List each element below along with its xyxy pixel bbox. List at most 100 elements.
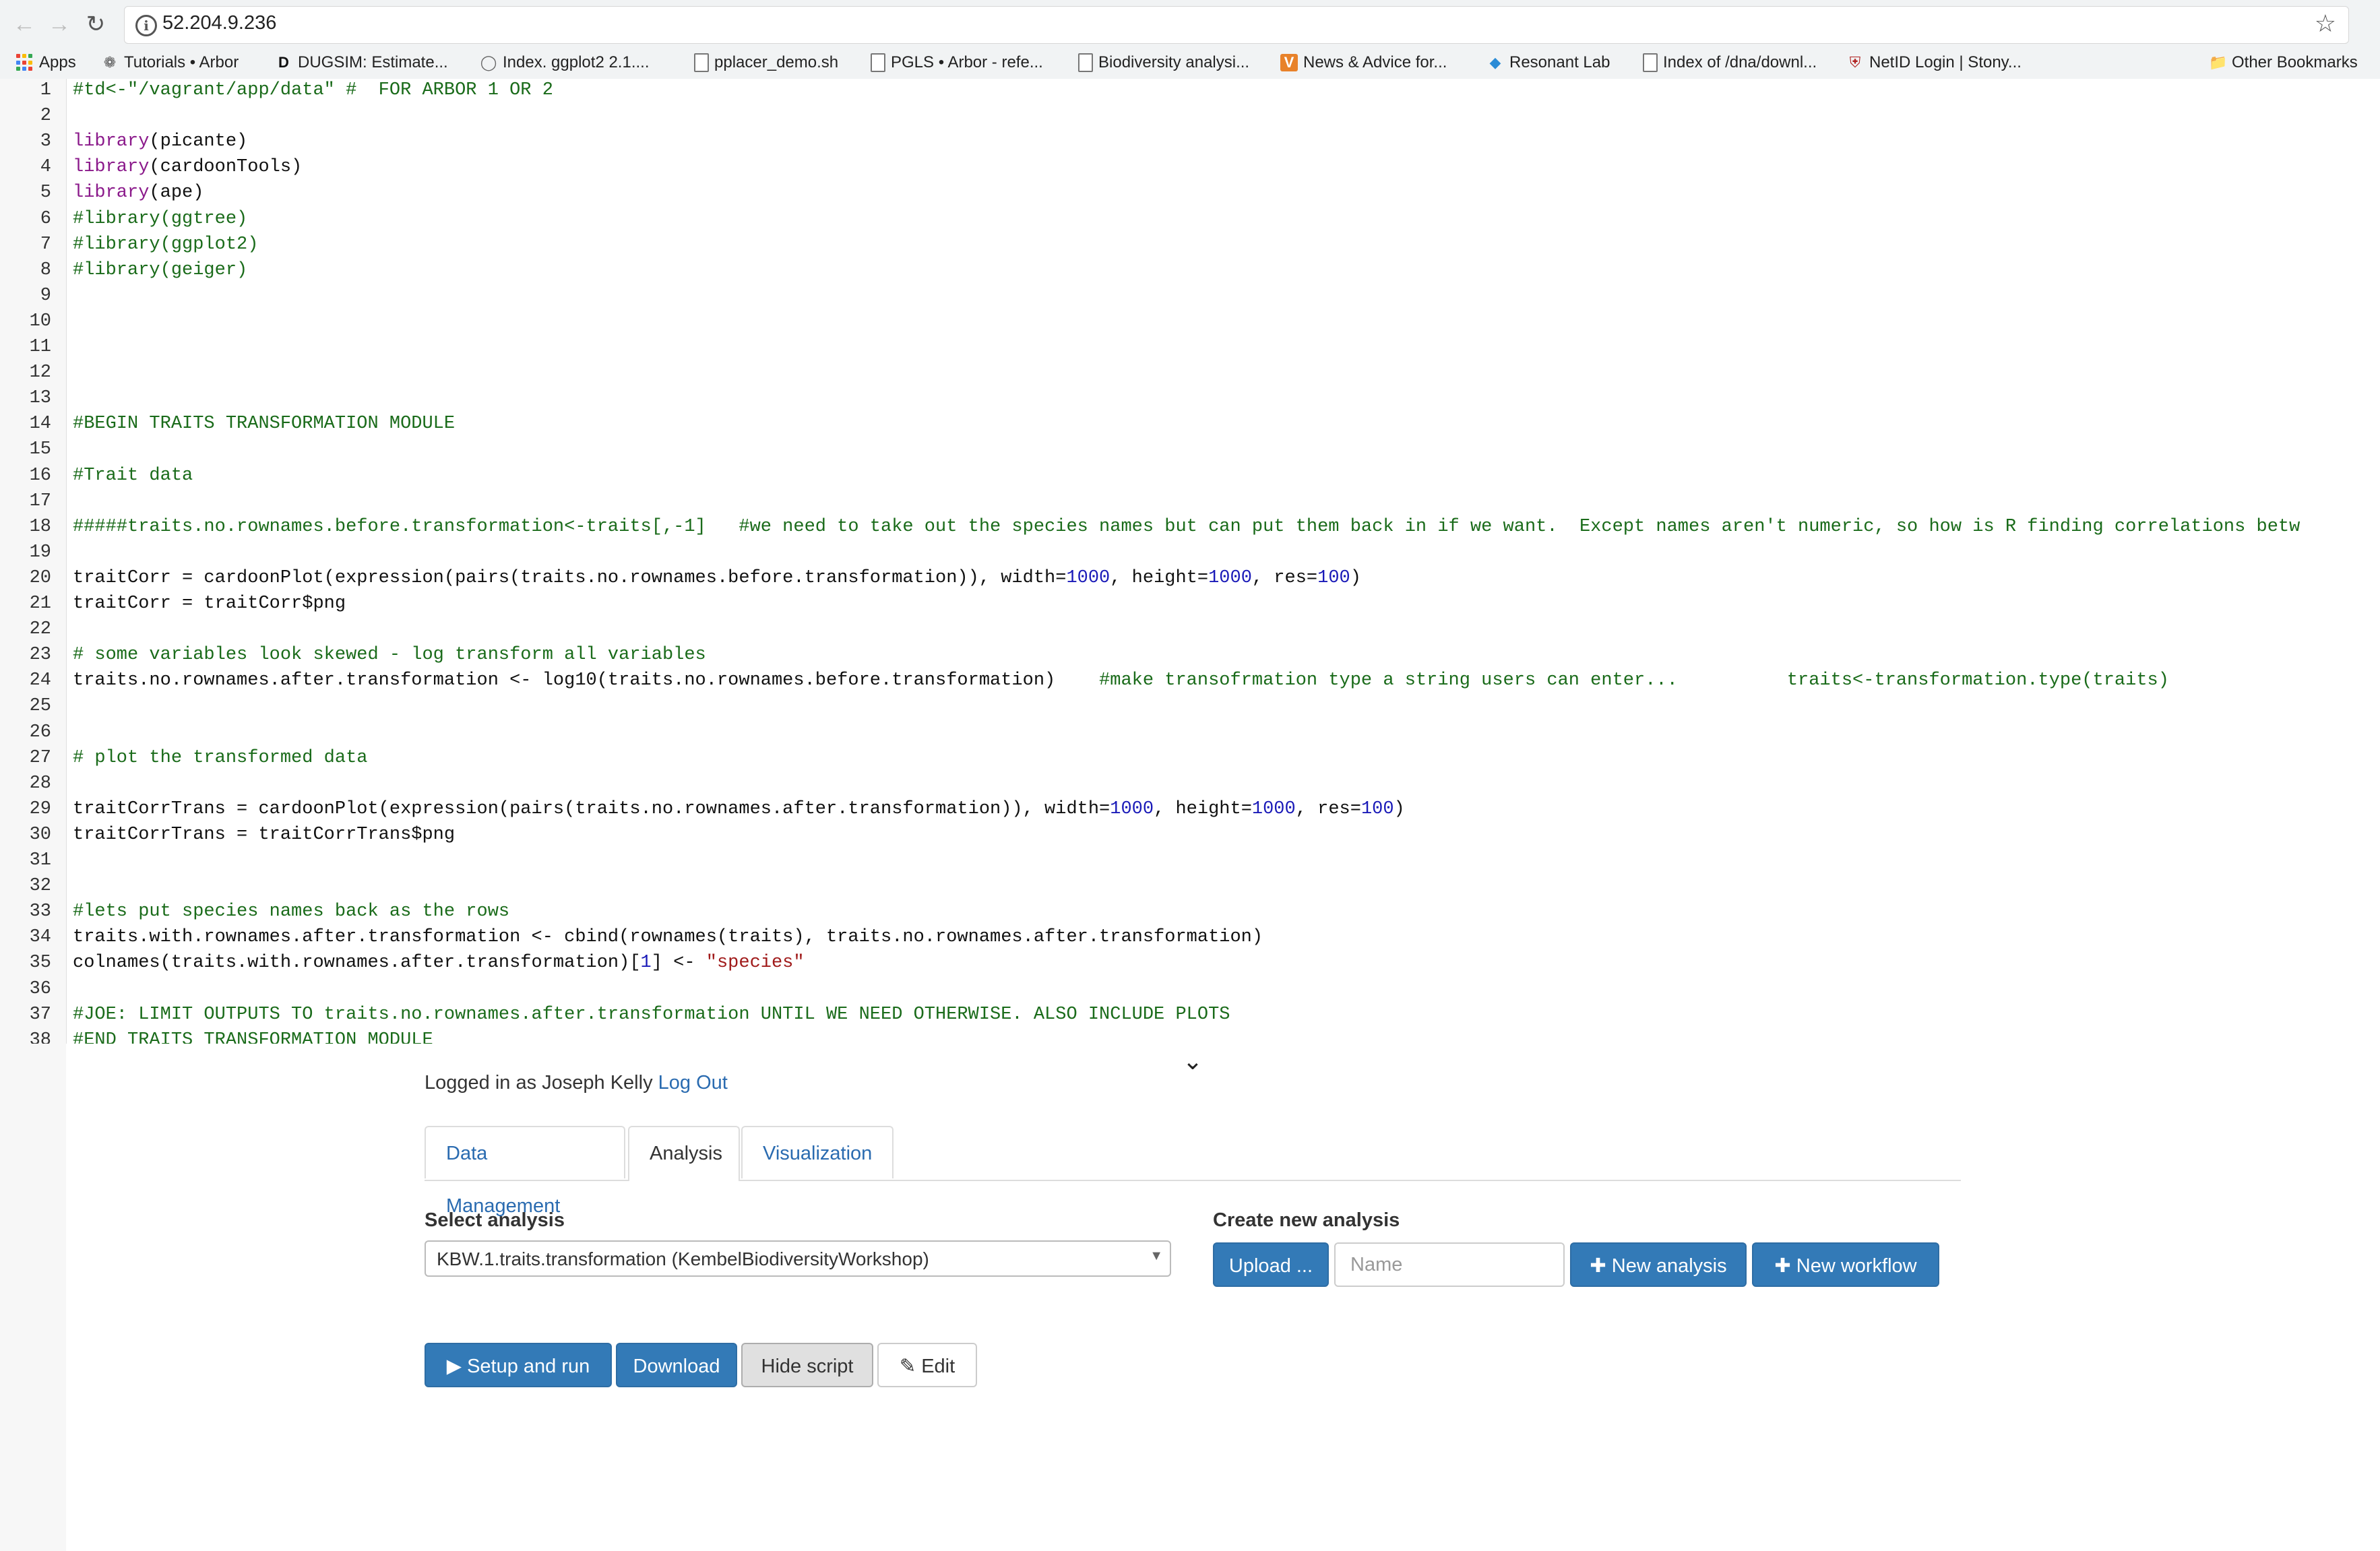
code-line[interactable]: colnames(traits.with.rownames.after.tran… <box>73 953 805 973</box>
code-token: , height= <box>1110 567 1209 588</box>
code-token: traits.no.rownames.after.transformation … <box>73 670 1100 691</box>
bookmark-tutorials-arbor[interactable]: ❁ Tutorials • Arbor <box>101 50 239 75</box>
code-line[interactable]: #lets put species names back as the rows <box>73 901 509 922</box>
line-number: 17 <box>29 490 51 511</box>
address-bar[interactable]: i 52.204.9.236 ☆ <box>124 6 2349 44</box>
new-analysis-label: New analysis <box>1611 1255 1727 1277</box>
bookmark-pgls-arbor[interactable]: PGLS • Arbor - refe... <box>871 50 1043 75</box>
bookmark-label: NetID Login | Stony... <box>1869 53 2022 71</box>
hide-script-button[interactable]: Hide script <box>741 1343 873 1387</box>
line-number: 7 <box>40 234 51 255</box>
hide-script-label: Hide script <box>761 1356 854 1377</box>
line-number: 11 <box>29 337 51 357</box>
dugsim-icon: D <box>278 54 289 71</box>
bookmark-label: Biodiversity analysi... <box>1098 53 1250 71</box>
analysis-select[interactable]: KBW.1.traits.transformation (KembelBiodi… <box>425 1240 1171 1277</box>
line-number: 9 <box>40 285 51 306</box>
code-token: (ape) <box>149 183 204 203</box>
code-line[interactable]: #JOE: LIMIT OUTPUTS TO traits.no.rowname… <box>73 1005 1230 1025</box>
line-number: 25 <box>29 696 51 717</box>
edit-button[interactable]: ✎ Edit <box>877 1343 977 1387</box>
bookmark-pplacer-demo[interactable]: pplacer_demo.sh <box>694 50 838 75</box>
page-icon <box>694 53 709 72</box>
code-line[interactable]: traitCorrTrans = cardoonPlot(expression(… <box>73 799 1405 819</box>
create-analysis-label: Create new analysis <box>1213 1209 1400 1231</box>
bookmark-index-dna[interactable]: Index of /dna/downl... <box>1643 50 1817 75</box>
new-analysis-button[interactable]: ✚ New analysis <box>1570 1242 1747 1287</box>
select-analysis-label: Select analysis <box>425 1209 565 1231</box>
line-number: 21 <box>29 594 51 614</box>
code-line[interactable]: traits.with.rownames.after.transformatio… <box>73 927 1263 947</box>
analysis-panel: ⌄ Logged in as Joseph Kelly Log Out Data… <box>0 1044 2380 1551</box>
reload-icon[interactable]: ↻ <box>81 9 111 39</box>
code-line[interactable]: library(picante) <box>73 131 247 152</box>
code-line[interactable]: library(cardoonTools) <box>73 157 302 177</box>
code-line[interactable]: #library(geiger) <box>73 260 247 280</box>
tab-analysis[interactable]: Analysis <box>628 1126 740 1181</box>
code-editor[interactable]: 1 2 3 4 5 6 7 8 9 10 11 12 13 14 15 16 17 18 19 20 21 22 23 24 2… <box>0 79 2380 1045</box>
back-icon[interactable]: ← <box>9 9 39 39</box>
code-line[interactable]: traits.no.rownames.after.transformation … <box>73 670 2169 691</box>
logout-link[interactable]: Log Out <box>658 1072 728 1094</box>
bookmark-label: Index of /dna/downl... <box>1663 53 1817 71</box>
tab-data-management[interactable]: Data Management <box>425 1126 625 1217</box>
new-workflow-button[interactable]: ✚ New workflow <box>1752 1242 1939 1287</box>
star-icon[interactable]: ☆ <box>2315 9 2336 38</box>
bookmark-label: Other Bookmarks <box>2232 53 2358 71</box>
code-token: #library(ggplot2) <box>73 234 259 255</box>
line-number: 20 <box>29 567 51 588</box>
bookmark-label: Resonant Lab <box>1509 53 1610 71</box>
line-number: 38 <box>29 1030 51 1045</box>
info-icon[interactable]: i <box>135 15 157 36</box>
apps-icon <box>16 54 34 71</box>
bookmark-resonant-lab[interactable]: ◆ Resonant Lab <box>1486 50 1610 75</box>
plus-icon: ✚ <box>1590 1255 1606 1277</box>
line-number: 29 <box>29 798 51 819</box>
code-line[interactable]: #BEGIN TRAITS TRANSFORMATION MODULE <box>73 414 455 434</box>
name-input[interactable] <box>1334 1242 1565 1287</box>
code-token: # some variables look skewed - log trans… <box>73 645 706 666</box>
forward-icon[interactable]: → <box>44 9 74 39</box>
code-token: #####traits.no.rownames.before.transform… <box>73 516 2300 537</box>
code-line[interactable]: #td<-"/vagrant/app/data" # FOR ARBOR 1 O… <box>73 80 553 100</box>
download-button[interactable]: Download <box>616 1343 737 1387</box>
code-line[interactable]: #Trait data <box>73 466 193 486</box>
url-text[interactable]: 52.204.9.236 <box>162 12 276 34</box>
line-number: 24 <box>29 670 51 691</box>
code-token: ) <box>1350 567 1361 588</box>
code-line[interactable]: #library(ggplot2) <box>73 234 258 255</box>
new-workflow-label: New workflow <box>1796 1255 1917 1277</box>
code-line[interactable]: #library(ggtree) <box>73 209 247 229</box>
tab-visualization[interactable]: Visualization <box>741 1126 894 1178</box>
bookmark-biodiversity-analysis[interactable]: Biodiversity analysi... <box>1078 50 1249 75</box>
code-line[interactable]: traitCorr = traitCorr$png <box>73 594 346 614</box>
code-line[interactable]: #####traits.no.rownames.before.transform… <box>73 517 2300 537</box>
bookmark-dugsim[interactable]: D DUGSIM: Estimate... <box>275 50 448 75</box>
code-token: 1000 <box>1208 567 1252 588</box>
bookmark-other-bookmarks[interactable]: 📁 Other Bookmarks <box>2209 50 2358 75</box>
code-line[interactable]: # some variables look skewed - log trans… <box>73 645 706 665</box>
bookmark-netid-login[interactable]: ⛨ NetID Login | Stony... <box>1846 50 2022 75</box>
panel-gutter <box>0 1044 66 1551</box>
code-line[interactable]: traitCorrTrans = traitCorrTrans$png <box>73 825 455 845</box>
line-number: 5 <box>40 183 51 203</box>
line-number: 37 <box>29 1004 51 1025</box>
setup-and-run-button[interactable]: ▶ Setup and run <box>425 1343 612 1387</box>
bookmark-news-advice[interactable]: V News & Advice for... <box>1280 50 1447 75</box>
code-token: (cardoonTools) <box>149 157 303 178</box>
code-line[interactable]: library(ape) <box>73 183 203 203</box>
line-number: 34 <box>29 927 51 948</box>
code-line[interactable]: # plot the transformed data <box>73 748 367 768</box>
chevron-down-icon[interactable]: ⌄ <box>1179 1048 1206 1075</box>
caret-down-icon: ▼ <box>1150 1248 1163 1263</box>
setup-and-run-label: Setup and run <box>467 1356 590 1377</box>
bookmark-apps[interactable]: Apps <box>16 50 76 75</box>
line-number: 26 <box>29 722 51 742</box>
play-icon: ▶ <box>446 1356 462 1377</box>
upload-button[interactable]: Upload ... <box>1213 1242 1329 1287</box>
code-token: "species" <box>706 953 805 974</box>
code-line[interactable]: traitCorr = cardoonPlot(expression(pairs… <box>73 568 1361 588</box>
bookmark-ggplot2-index[interactable]: ◯ Index. ggplot2 2.1.... <box>480 50 650 75</box>
code-line[interactable]: #END TRAITS TRANSFORMATION MODULE <box>73 1030 433 1044</box>
code-token: ) <box>1393 798 1405 819</box>
